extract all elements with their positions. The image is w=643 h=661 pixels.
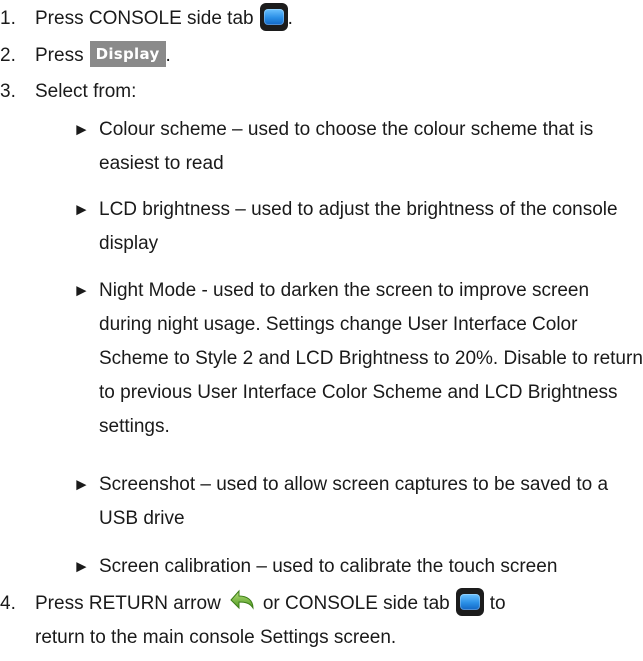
step-text: return to the main console Settings scre…	[35, 627, 397, 648]
option-label: Night Mode - used to darken the screen t…	[99, 280, 643, 437]
step-text: Press	[35, 45, 84, 66]
bullet-arrow-icon: ►	[73, 200, 90, 219]
step-text-end: .	[165, 45, 171, 66]
step-text-middle: or CONSOLE side tab	[262, 593, 450, 614]
display-button: Display	[89, 40, 166, 67]
bullet-arrow-icon: ►	[73, 557, 90, 576]
option-lcd-brightness: ► LCD brightness – used to adjust the br…	[73, 193, 643, 261]
option-screen-calibration: ► Screen calibration – used to calibrate…	[73, 550, 643, 584]
step-number: 4.	[0, 593, 16, 614]
bullet-arrow-icon: ►	[73, 475, 90, 494]
option-label: LCD brightness – used to adjust the brig…	[99, 199, 618, 254]
step-text-end: .	[287, 8, 293, 29]
option-label: Screen calibration – used to calibrate t…	[99, 556, 558, 577]
step-text: Press CONSOLE side tab	[35, 8, 254, 29]
option-label: Colour scheme – used to choose the colou…	[99, 119, 594, 174]
option-screenshot: ► Screenshot – used to allow screen capt…	[73, 468, 643, 536]
step-number: 1.	[0, 8, 16, 29]
step-text: Press RETURN arrow	[35, 593, 221, 614]
bullet-arrow-icon: ►	[73, 281, 90, 300]
option-night-mode: ► Night Mode - used to darken the screen…	[73, 274, 643, 444]
console-tab-icon	[259, 2, 288, 31]
console-tab-icon	[455, 587, 484, 616]
option-label: Screenshot – used to allow screen captur…	[99, 474, 609, 529]
return-arrow-icon	[230, 589, 254, 610]
step-text-end: to	[489, 593, 506, 614]
step-text: Select from:	[35, 81, 137, 102]
step-number: 3.	[0, 81, 16, 102]
step-number: 2.	[0, 45, 16, 66]
option-colour-scheme: ► Colour scheme – used to choose the col…	[73, 113, 643, 181]
bullet-arrow-icon: ►	[73, 120, 90, 139]
